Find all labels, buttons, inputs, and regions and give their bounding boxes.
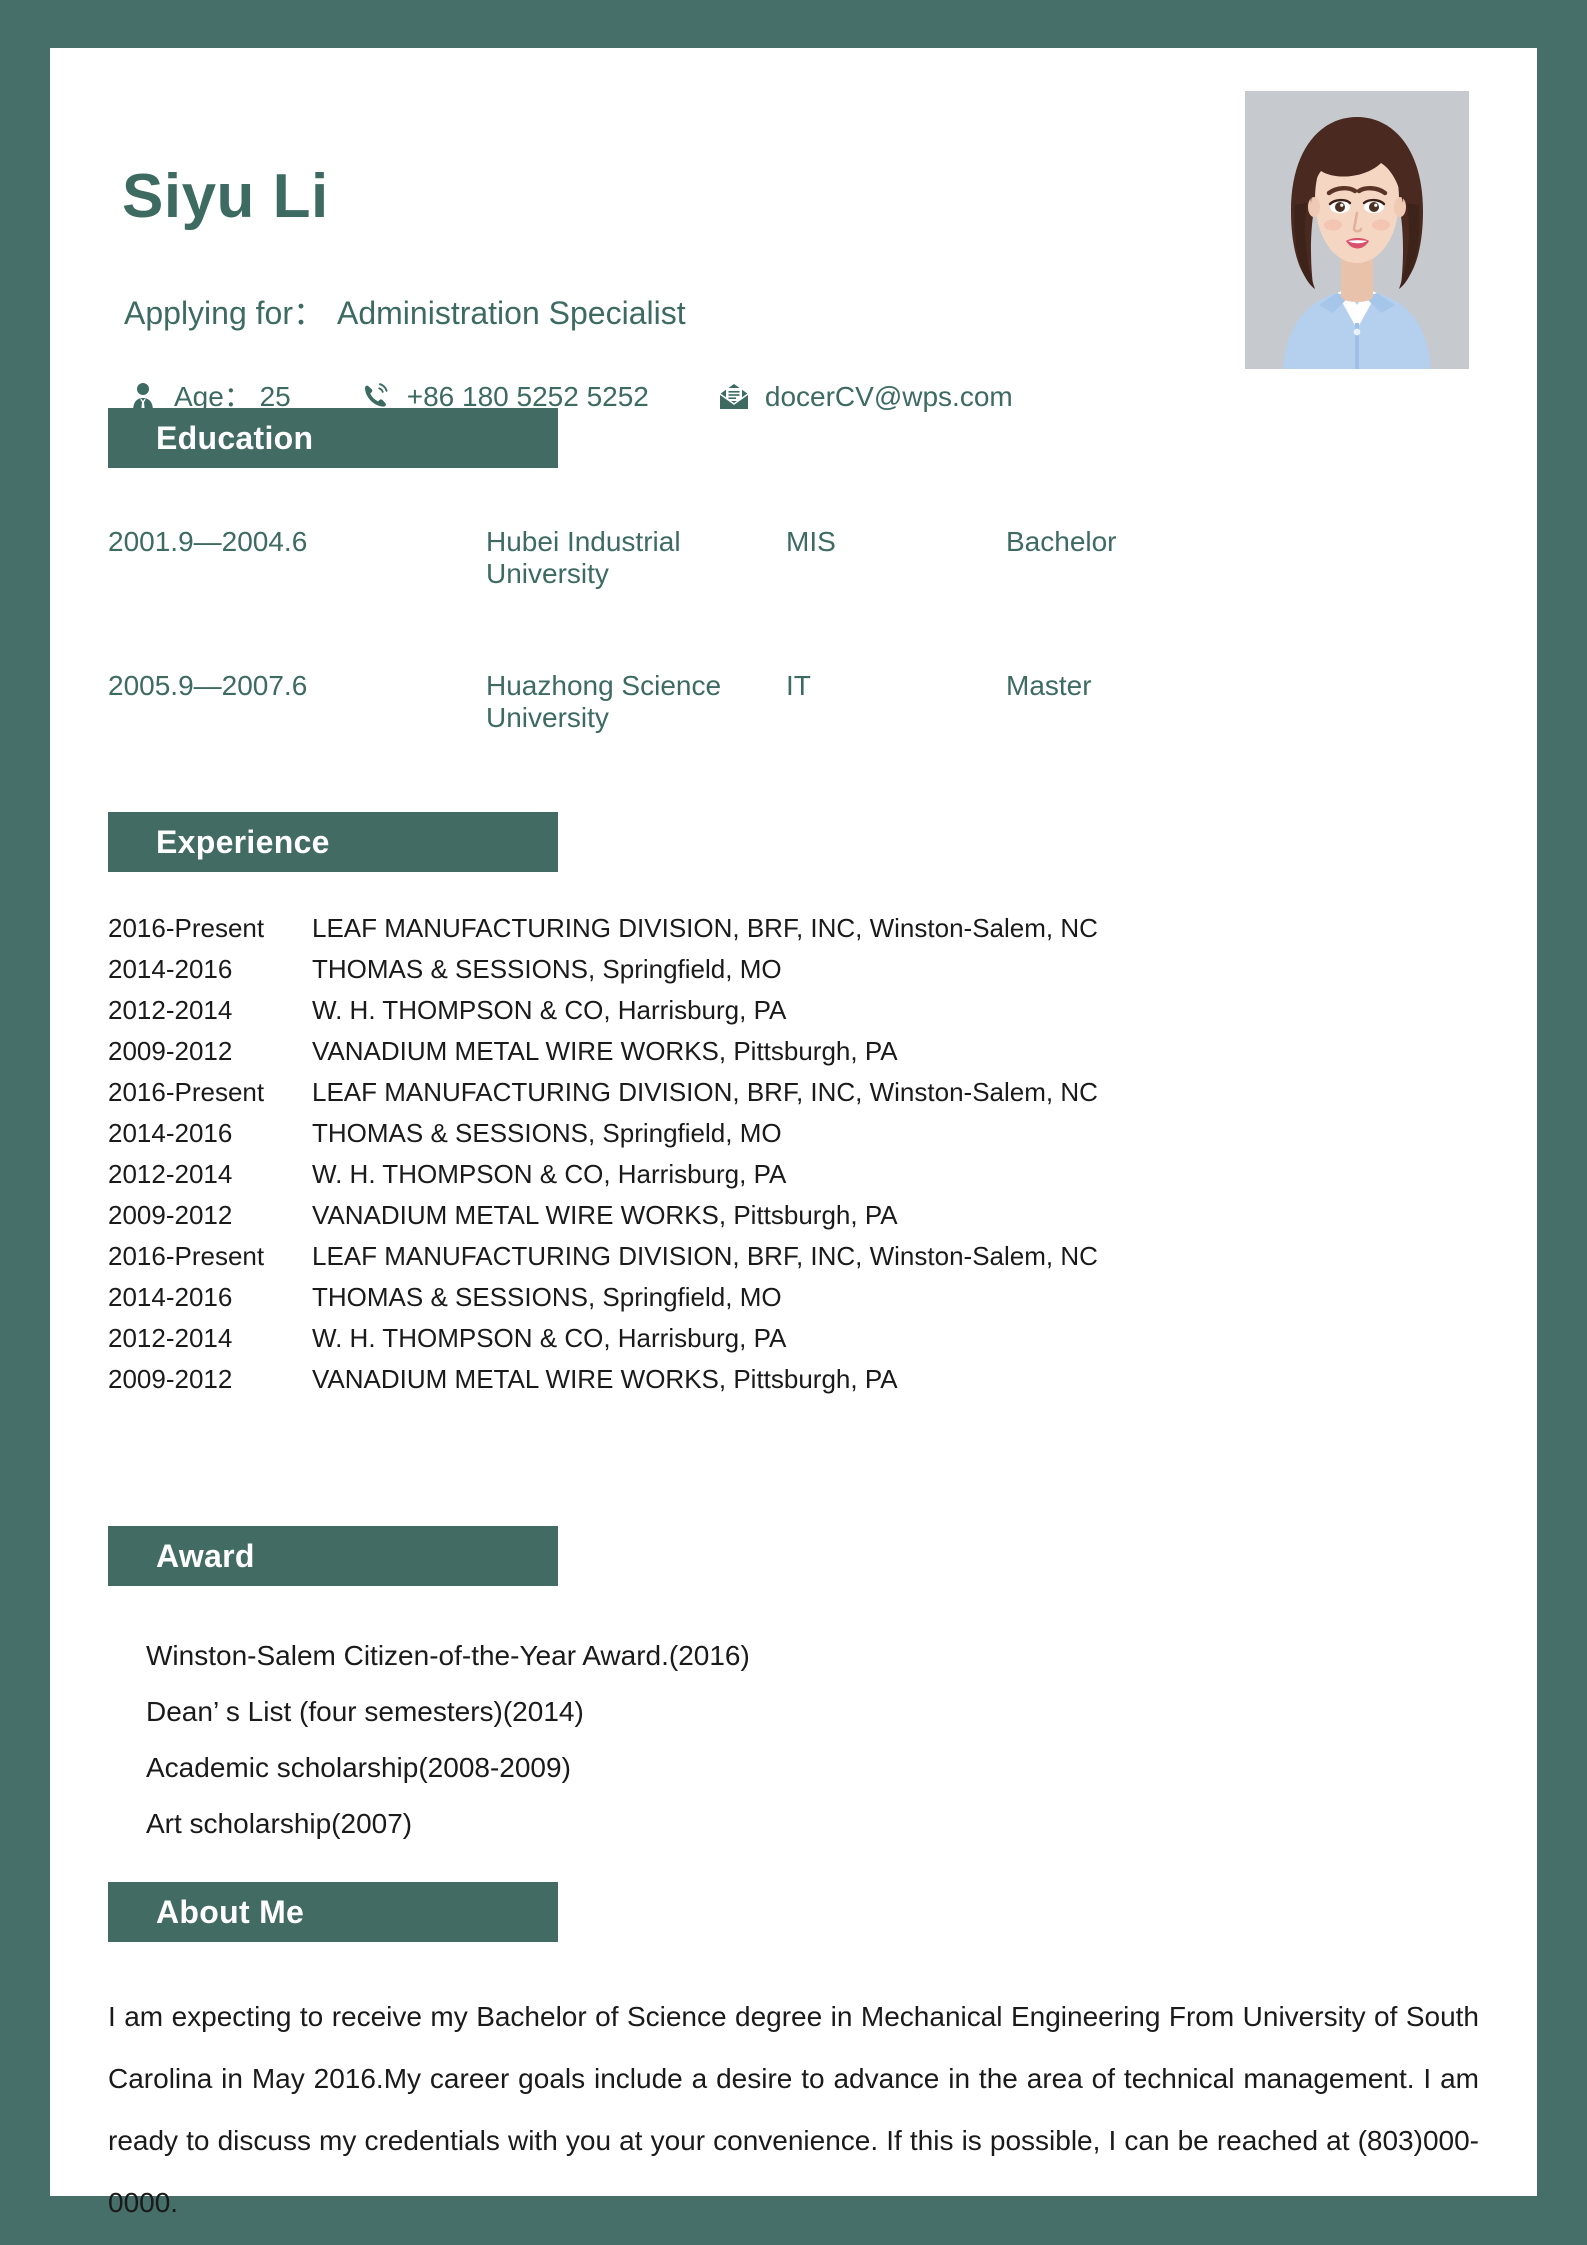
- list-item: 2012-2014 W. H. THOMPSON & CO, Harrisbur…: [108, 1318, 1537, 1359]
- experience-desc: LEAF MANUFACTURING DIVISION, BRF, INC, W…: [312, 1077, 1098, 1107]
- avatar: [1245, 91, 1469, 369]
- experience-date: 2016-Present: [108, 1241, 265, 1271]
- about-me-text: I am expecting to receive my Bachelor of…: [108, 2001, 1479, 2218]
- experience-desc: LEAF MANUFACTURING DIVISION, BRF, INC, W…: [312, 1241, 1098, 1271]
- list-item: 2014-2016 THOMAS & SESSIONS, Springfield,…: [108, 1277, 1537, 1318]
- education-list: 2001.9—2004.6 Hubei Industrial Universit…: [50, 526, 1537, 734]
- experience-date: 2012-2014: [108, 995, 233, 1025]
- list-item: 2014-2016 THOMAS & SESSIONS, Springfield,…: [108, 1113, 1537, 1154]
- contact-email-text: docerCV@wps.com: [764, 381, 1013, 412]
- experience-date: 2009-2012: [108, 1036, 233, 1066]
- education-date: 2001.9—2004.6: [108, 526, 308, 557]
- list-item: 2016-Present LEAF MANUFACTURING DIVISION,…: [108, 1236, 1537, 1277]
- list-item: Art scholarship(2007): [146, 1808, 413, 1839]
- table-row: 2001.9—2004.6 Hubei Industrial Universit…: [50, 526, 1537, 590]
- experience-desc: THOMAS & SESSIONS, Springfield, MO: [312, 1118, 782, 1148]
- education-date: 2005.9—2007.6: [108, 670, 308, 701]
- list-item: 2009-2012 VANADIUM METAL WIRE WORKS, Pitt…: [108, 1031, 1537, 1072]
- experience-list: 2016-Present LEAF MANUFACTURING DIVISION,…: [50, 908, 1537, 1400]
- experience-date: 2014-2016: [108, 954, 233, 984]
- experience-date: 2009-2012: [108, 1200, 233, 1230]
- about-me-block: I am expecting to receive my Bachelor of…: [50, 1986, 1537, 2234]
- award-list: Winston-Salem Citizen-of-the-Year Award.…: [50, 1628, 1537, 1852]
- education-school: Hubei Industrial University: [486, 526, 681, 589]
- list-item: 2014-2016 THOMAS & SESSIONS, Springfield,…: [108, 949, 1537, 990]
- contact-age-text: Age： 25: [174, 381, 291, 412]
- experience-date: 2009-2012: [108, 1364, 233, 1394]
- education-school: Huazhong Science University: [486, 670, 722, 733]
- list-item: 2009-2012 VANADIUM METAL WIRE WORKS, Pitt…: [108, 1359, 1537, 1400]
- experience-desc: VANADIUM METAL WIRE WORKS, Pittsburgh, P…: [312, 1200, 898, 1230]
- list-item: 2016-Present LEAF MANUFACTURING DIVISION,…: [108, 1072, 1537, 1113]
- experience-desc: VANADIUM METAL WIRE WORKS, Pittsburgh, P…: [312, 1036, 898, 1066]
- contact-item-email: docerCV@wps.com: [715, 378, 1013, 416]
- education-major: MIS: [786, 526, 836, 557]
- list-item: Academic scholarship(2008-2009): [146, 1752, 571, 1783]
- page-title: Siyu Li: [122, 162, 329, 231]
- applying-for-line: Applying for： Administration Specialist: [124, 288, 686, 334]
- contact-phone-text: +86 180 5252 5252: [406, 381, 649, 412]
- experience-desc: LEAF MANUFACTURING DIVISION, BRF, INC, W…: [312, 913, 1098, 943]
- experience-date: 2016-Present: [108, 913, 265, 943]
- list-item: Dean’ s List (four semesters)(2014): [146, 1696, 584, 1727]
- table-row: 2005.9—2007.6 Huazhong Science Universit…: [50, 670, 1537, 734]
- experience-desc: VANADIUM METAL WIRE WORKS, Pittsburgh, P…: [312, 1364, 898, 1394]
- experience-desc: W. H. THOMPSON & CO, Harrisburg, PA: [312, 1323, 787, 1353]
- applying-for-role: Administration Specialist: [337, 295, 686, 331]
- experience-desc: THOMAS & SESSIONS, Springfield, MO: [312, 1282, 782, 1312]
- applying-for-label: Applying for：: [124, 295, 325, 331]
- experience-date: 2014-2016: [108, 1118, 233, 1148]
- experience-date: 2016-Present: [108, 1077, 265, 1107]
- education-degree: Bachelor: [1006, 526, 1117, 557]
- section-header-education: Education: [108, 408, 558, 468]
- section-title-about-me: About Me: [156, 1894, 305, 1930]
- education-major: IT: [786, 670, 811, 701]
- experience-date: 2012-2014: [108, 1159, 233, 1189]
- resume-header: Siyu Li Applying for： Administration Spec…: [50, 48, 1537, 412]
- experience-desc: THOMAS & SESSIONS, Springfield, MO: [312, 954, 782, 984]
- list-item: 2012-2014 W. H. THOMPSON & CO, Harrisbur…: [108, 1154, 1537, 1195]
- list-item: 2012-2014 W. H. THOMPSON & CO, Harrisbur…: [108, 990, 1537, 1031]
- section-header-experience: Experience: [108, 812, 558, 872]
- experience-date: 2014-2016: [108, 1282, 233, 1312]
- email-icon: [715, 378, 753, 416]
- section-title-experience: Experience: [156, 824, 330, 860]
- experience-date: 2012-2014: [108, 1323, 233, 1353]
- resume-page: Siyu Li Applying for： Administration Spec…: [50, 48, 1537, 2218]
- list-item: 2016-Present LEAF MANUFACTURING DIVISION,…: [108, 908, 1537, 949]
- experience-desc: W. H. THOMPSON & CO, Harrisburg, PA: [312, 995, 787, 1025]
- section-title-award: Award: [156, 1538, 255, 1574]
- education-degree: Master: [1006, 670, 1092, 701]
- section-title-education: Education: [156, 420, 314, 456]
- experience-desc: W. H. THOMPSON & CO, Harrisburg, PA: [312, 1159, 787, 1189]
- list-item: 2009-2012 VANADIUM METAL WIRE WORKS, Pitt…: [108, 1195, 1537, 1236]
- list-item: Winston-Salem Citizen-of-the-Year Award.…: [146, 1640, 750, 1671]
- section-header-about-me: About Me: [108, 1882, 558, 1942]
- section-header-award: Award: [108, 1526, 558, 1586]
